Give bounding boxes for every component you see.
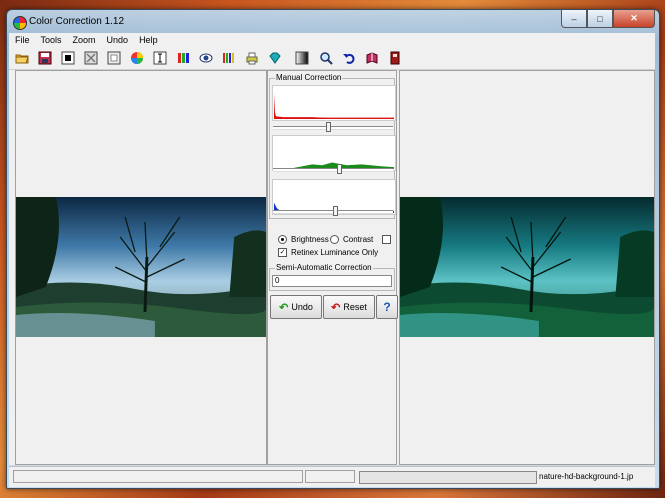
menu-help[interactable]: Help	[133, 35, 163, 45]
manual-correction-group: Manual Correction	[269, 73, 396, 219]
gradient-icon[interactable]	[293, 49, 310, 66]
color-wheel-icon[interactable]	[128, 49, 145, 66]
third-checkbox[interactable]	[382, 235, 391, 244]
contrast-label: Contrast	[343, 235, 374, 244]
third-option[interactable]	[382, 235, 395, 244]
maximize-button[interactable]: □	[587, 10, 613, 28]
white-square-icon[interactable]	[105, 49, 122, 66]
text-cursor-icon[interactable]	[151, 49, 168, 66]
red-slider[interactable]	[273, 122, 393, 132]
toolbar	[9, 47, 655, 70]
status-filename: nature-hd-background-1.jp	[539, 472, 634, 481]
blue-slider[interactable]	[273, 206, 393, 216]
book-icon[interactable]	[363, 49, 380, 66]
minimize-button[interactable]: –	[561, 10, 587, 28]
zoom-icon[interactable]	[317, 49, 334, 66]
reset-button[interactable]: ↶ Reset	[323, 295, 375, 319]
semi-auto-group: Semi-Automatic Correction 0	[269, 263, 395, 291]
open-folder-icon[interactable]	[13, 49, 30, 66]
rgb-bars-icon[interactable]	[174, 49, 191, 66]
manual-correction-title: Manual Correction	[275, 73, 343, 82]
status-cell-1	[13, 470, 303, 483]
menu-undo[interactable]: Undo	[101, 35, 134, 45]
menu-file[interactable]: File	[9, 35, 35, 45]
undo-arrow-icon[interactable]	[340, 49, 357, 66]
device-icon[interactable]	[386, 49, 403, 66]
diamond-icon[interactable]	[266, 49, 283, 66]
semi-auto-value: 0	[275, 276, 280, 285]
crossed-square-icon[interactable]	[82, 49, 99, 66]
printer-icon[interactable]	[243, 49, 260, 66]
corrected-image-panel[interactable]	[399, 70, 655, 465]
brightness-radio[interactable]	[278, 235, 287, 244]
client-area: Manual Correction Brightness Contrast ✓ …	[9, 70, 655, 465]
green-slider[interactable]	[273, 164, 393, 174]
green-slider-track	[273, 168, 393, 172]
retinex-option[interactable]: ✓ Retinex Luminance Only	[278, 248, 378, 257]
progress-bar	[359, 471, 537, 484]
save-disk-icon[interactable]	[36, 49, 53, 66]
corrected-photo	[400, 197, 654, 337]
status-cell-2	[305, 470, 355, 483]
brightness-label: Brightness	[291, 235, 329, 244]
reset-label: Reset	[343, 302, 367, 312]
help-button[interactable]: ?	[376, 295, 398, 319]
red-slider-track	[273, 126, 393, 130]
app-window: Color Correction 1.12 – □ ✕ File Tools Z…	[6, 9, 660, 489]
brightness-option[interactable]: Brightness	[278, 235, 329, 244]
original-image-panel[interactable]	[15, 70, 267, 465]
reset-red-icon: ↶	[331, 301, 341, 314]
original-photo	[16, 197, 266, 337]
eye-icon[interactable]	[197, 49, 214, 66]
retinex-checkbox[interactable]: ✓	[278, 248, 287, 257]
black-square-icon[interactable]	[59, 49, 76, 66]
blue-slider-thumb[interactable]	[333, 206, 338, 216]
menu-tools[interactable]: Tools	[35, 35, 67, 45]
retinex-label: Retinex Luminance Only	[291, 248, 379, 257]
semi-auto-title: Semi-Automatic Correction	[275, 263, 373, 272]
undo-label: Undo	[291, 302, 313, 312]
menu-bar: File Tools Zoom Undo Help	[9, 33, 655, 47]
red-histogram	[272, 85, 396, 121]
window-title: Color Correction 1.12	[29, 16, 125, 27]
semi-auto-field[interactable]: 0	[272, 275, 392, 287]
palette-bars-icon[interactable]	[220, 49, 237, 66]
undo-green-icon: ↶	[279, 301, 289, 314]
control-panel: Manual Correction Brightness Contrast ✓ …	[267, 70, 398, 465]
menu-zoom[interactable]: Zoom	[67, 35, 101, 45]
red-slider-thumb[interactable]	[326, 122, 331, 132]
app-color-wheel-icon	[13, 16, 27, 30]
status-bar: nature-hd-background-1.jp	[9, 466, 655, 487]
green-slider-thumb[interactable]	[337, 164, 342, 174]
title-bar[interactable]: Color Correction 1.12 – □ ✕	[7, 10, 659, 33]
close-button[interactable]: ✕	[613, 10, 655, 28]
contrast-option[interactable]: Contrast	[330, 235, 373, 244]
contrast-radio[interactable]	[330, 235, 339, 244]
undo-button[interactable]: ↶ Undo	[270, 295, 322, 319]
